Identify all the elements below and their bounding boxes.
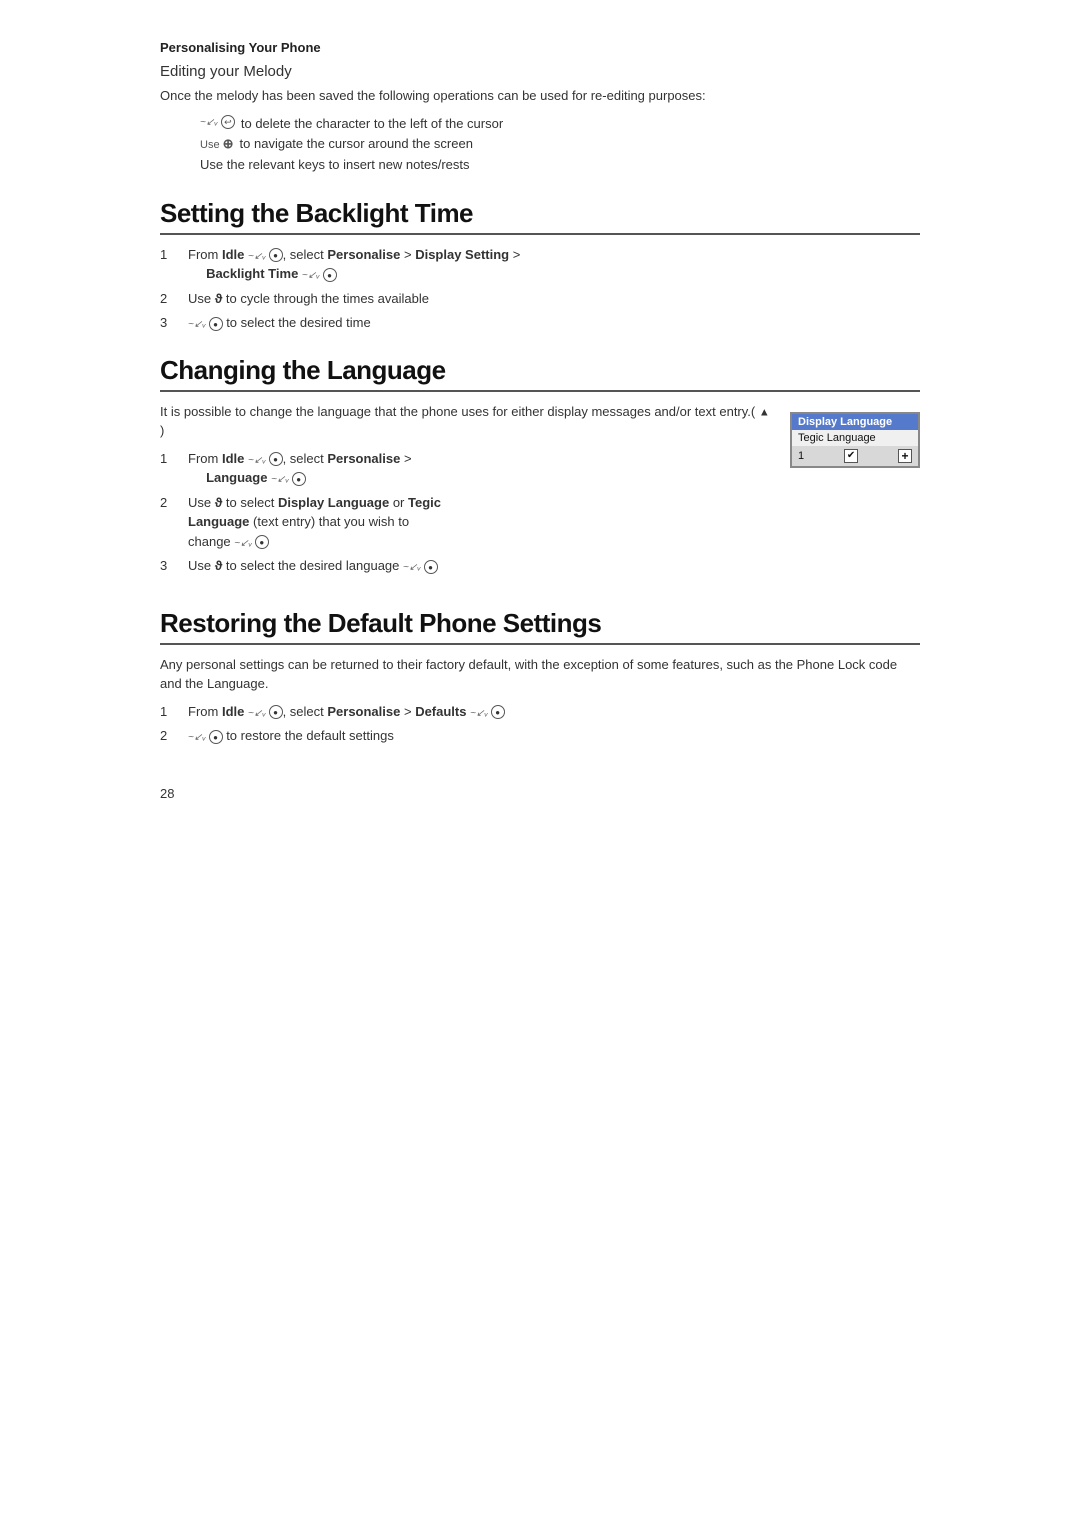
editing-melody-bullets: ~↙ᵥ ↩ to delete the character to the lef… bbox=[200, 114, 920, 176]
lang-step-content-1: From Idle ~↙ᵥ ●, select Personalise > La… bbox=[188, 449, 770, 488]
lang-step-content-2: Use ϑ to select Display Language or Tegi… bbox=[188, 493, 770, 552]
editing-melody-intro: Once the melody has been saved the follo… bbox=[160, 86, 920, 106]
step-content-3: ~↙ᵥ ● to select the desired time bbox=[188, 313, 920, 333]
screen-plus: + bbox=[898, 449, 912, 463]
restore-step-2: 2 ~↙ᵥ ● to restore the default settings bbox=[160, 726, 920, 746]
editing-melody-title: Editing your Melody bbox=[160, 63, 920, 80]
list-item: Use the relevant keys to insert new note… bbox=[200, 155, 920, 176]
restore-step-1: 1 From Idle ~↙ᵥ ●, select Personalise > … bbox=[160, 702, 920, 722]
step-3: 3 ~↙ᵥ ● to select the desired time bbox=[160, 313, 920, 333]
page-number: 28 bbox=[160, 786, 920, 801]
lang-step-num-1: 1 bbox=[160, 449, 188, 469]
nav-icon-1: ~↙ᵥ ↩ bbox=[200, 114, 235, 132]
restore-step-content-2: ~↙ᵥ ● to restore the default settings bbox=[188, 726, 920, 746]
bullet-text-3: Use the relevant keys to insert new note… bbox=[200, 155, 470, 176]
language-steps: 1 From Idle ~↙ᵥ ●, select Personalise > … bbox=[160, 449, 770, 576]
list-item: ~↙ᵥ ↩ to delete the character to the lef… bbox=[200, 114, 920, 135]
language-intro: It is possible to change the language th… bbox=[160, 402, 770, 441]
phone-screen-item: Tegic Language bbox=[792, 430, 918, 446]
bullet-text-1: to delete the character to the left of t… bbox=[241, 114, 503, 135]
list-item: Use ⊕ to navigate the cursor around the … bbox=[200, 134, 920, 155]
step-num-1: 1 bbox=[160, 245, 188, 265]
step-2: 2 Use ϑ to cycle through the times avail… bbox=[160, 289, 920, 309]
step-content-1: From Idle ~↙ᵥ ●, select Personalise > Di… bbox=[188, 245, 920, 284]
step-content-2: Use ϑ to cycle through the times availab… bbox=[188, 289, 920, 309]
restore-step-num-2: 2 bbox=[160, 726, 188, 746]
restore-title: Restoring the Default Phone Settings bbox=[160, 608, 920, 645]
section-header: Personalising Your Phone bbox=[160, 40, 920, 55]
step-1: 1 From Idle ~↙ᵥ ●, select Personalise > … bbox=[160, 245, 920, 284]
backlight-title: Setting the Backlight Time bbox=[160, 198, 920, 235]
language-col-left: It is possible to change the language th… bbox=[160, 402, 770, 586]
screen-check: ✔ bbox=[844, 449, 858, 463]
language-title: Changing the Language bbox=[160, 355, 920, 392]
lang-step-num-2: 2 bbox=[160, 493, 188, 513]
step-num-2: 2 bbox=[160, 289, 188, 309]
screen-num: 1 bbox=[798, 450, 804, 462]
bullet-text-2: to navigate the cursor around the screen bbox=[240, 134, 473, 155]
step-num-3: 3 bbox=[160, 313, 188, 333]
lang-step-3: 3 Use ϑ to select the desired language ~… bbox=[160, 556, 770, 576]
restore-steps: 1 From Idle ~↙ᵥ ●, select Personalise > … bbox=[160, 702, 920, 746]
lang-step-content-3: Use ϑ to select the desired language ~↙ᵥ… bbox=[188, 556, 770, 576]
backlight-steps: 1 From Idle ~↙ᵥ ●, select Personalise > … bbox=[160, 245, 920, 333]
lang-step-num-3: 3 bbox=[160, 556, 188, 576]
lang-step-2: 2 Use ϑ to select Display Language or Te… bbox=[160, 493, 770, 552]
restore-step-num-1: 1 bbox=[160, 702, 188, 722]
language-col-right: Display Language Tegic Language 1 ✔ + bbox=[790, 402, 920, 468]
phone-screen-header: Display Language bbox=[792, 414, 918, 430]
lang-step-1: 1 From Idle ~↙ᵥ ●, select Personalise > … bbox=[160, 449, 770, 488]
phone-screen-footer: 1 ✔ + bbox=[792, 446, 918, 466]
restore-step-content-1: From Idle ~↙ᵥ ●, select Personalise > De… bbox=[188, 702, 920, 722]
nav-icon-2: Use ⊕ bbox=[200, 134, 234, 155]
phone-screen: Display Language Tegic Language 1 ✔ + bbox=[790, 412, 920, 468]
restore-intro: Any personal settings can be returned to… bbox=[160, 655, 920, 694]
